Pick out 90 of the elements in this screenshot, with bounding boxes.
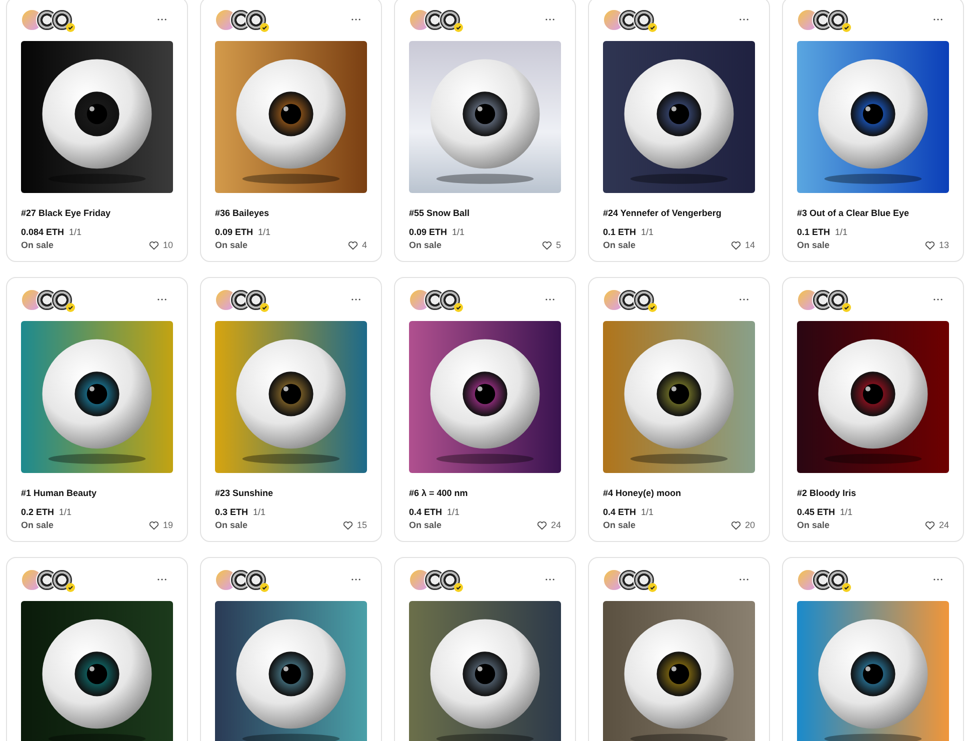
more-options-icon[interactable] xyxy=(739,18,749,21)
more-options-icon[interactable] xyxy=(545,298,555,301)
more-options-icon[interactable] xyxy=(351,298,361,301)
more-options-icon[interactable] xyxy=(933,298,943,301)
more-options-icon[interactable] xyxy=(545,578,555,581)
nft-card[interactable]: #2 Bloody Iris 0.45 ETH 1/1 On sale 24 xyxy=(782,277,964,542)
sale-status: On sale xyxy=(797,240,830,250)
edition-count: 1/1 xyxy=(452,227,465,237)
eyeball-artwork[interactable] xyxy=(603,321,755,473)
nft-title[interactable]: #3 Out of a Clear Blue Eye xyxy=(797,208,949,218)
nft-card[interactable]: #36 Baileyes 0.09 ETH 1/1 On sale 4 xyxy=(200,0,382,262)
price: 0.2 ETH xyxy=(21,507,54,517)
more-options-icon[interactable] xyxy=(739,578,749,581)
edition-count: 1/1 xyxy=(641,507,654,517)
price: 0.4 ETH xyxy=(409,507,442,517)
price: 0.1 ETH xyxy=(797,227,830,237)
like-button[interactable]: 20 xyxy=(730,520,755,530)
more-options-icon[interactable] xyxy=(157,18,167,21)
like-button[interactable]: 10 xyxy=(148,240,173,250)
edition-count: 1/1 xyxy=(641,227,654,237)
sale-status: On sale xyxy=(21,520,54,530)
nft-card[interactable]: #27 Black Eye Friday 0.084 ETH 1/1 On sale 10 xyxy=(6,0,188,262)
eyeball-artwork[interactable] xyxy=(797,41,949,193)
like-button[interactable]: 5 xyxy=(542,240,561,250)
edition-count: 1/1 xyxy=(69,227,82,237)
more-options-icon[interactable] xyxy=(351,18,361,21)
like-button[interactable]: 15 xyxy=(342,520,367,530)
more-options-icon[interactable] xyxy=(157,578,167,581)
more-options-icon[interactable] xyxy=(739,298,749,301)
nft-title[interactable]: #6 λ = 400 nm xyxy=(409,488,561,498)
eyeball-artwork[interactable] xyxy=(409,601,561,741)
like-button[interactable]: 4 xyxy=(348,240,367,250)
nft-card[interactable]: #3 Out of a Clear Blue Eye 0.1 ETH 1/1 On sale 13 xyxy=(782,0,964,262)
nft-title[interactable]: #55 Snow Ball xyxy=(409,208,561,218)
like-button[interactable]: 14 xyxy=(730,240,755,250)
eyeball-artwork[interactable] xyxy=(409,41,561,193)
edition-count: 1/1 xyxy=(447,507,460,517)
nft-card[interactable]: #24 Yennefer of Vengerberg 0.1 ETH 1/1 On sale 14 xyxy=(588,0,770,262)
nft-title[interactable]: #2 Bloody Iris xyxy=(797,488,949,498)
edition-count: 1/1 xyxy=(253,507,266,517)
price: 0.4 ETH xyxy=(603,507,636,517)
eyeball-artwork[interactable] xyxy=(409,321,561,473)
nft-title[interactable]: #23 Sunshine xyxy=(215,488,367,498)
eyeball-artwork[interactable] xyxy=(797,321,949,473)
nft-card[interactable]: #1 Human Beauty 0.2 ETH 1/1 On sale 19 xyxy=(6,277,188,542)
nft-title[interactable]: #4 Honey(e) moon xyxy=(603,488,755,498)
more-options-icon[interactable] xyxy=(545,18,555,21)
nft-card[interactable]: #6 λ = 400 nm 0.4 ETH 1/1 On sale 24 xyxy=(394,277,576,542)
like-button[interactable]: 24 xyxy=(924,520,949,530)
sale-status: On sale xyxy=(21,240,54,250)
nft-title[interactable]: #36 Baileyes xyxy=(215,208,367,218)
more-options-icon[interactable] xyxy=(933,578,943,581)
edition-count: 1/1 xyxy=(835,227,848,237)
sale-status: On sale xyxy=(603,520,636,530)
price: 0.1 ETH xyxy=(603,227,636,237)
sale-status: On sale xyxy=(797,520,830,530)
eyeball-artwork[interactable] xyxy=(21,41,173,193)
sale-status: On sale xyxy=(603,240,636,250)
nft-card[interactable]: #55 Snow Ball 0.09 ETH 1/1 On sale 5 xyxy=(394,0,576,262)
eyeball-artwork[interactable] xyxy=(215,601,367,741)
price: 0.45 ETH xyxy=(797,507,836,517)
price: 0.084 ETH xyxy=(21,227,64,237)
eyeball-artwork[interactable] xyxy=(21,321,173,473)
like-button[interactable]: 24 xyxy=(536,520,561,530)
eyeball-artwork[interactable] xyxy=(603,41,755,193)
sale-status: On sale xyxy=(215,240,248,250)
like-button[interactable]: 13 xyxy=(924,240,949,250)
price: 0.09 ETH xyxy=(215,227,254,237)
like-button[interactable]: 19 xyxy=(148,520,173,530)
eyeball-artwork[interactable] xyxy=(603,601,755,741)
sale-status: On sale xyxy=(409,520,442,530)
more-options-icon[interactable] xyxy=(157,298,167,301)
eyeball-artwork[interactable] xyxy=(21,601,173,741)
eyeball-artwork[interactable] xyxy=(215,321,367,473)
edition-count: 1/1 xyxy=(59,507,72,517)
price: 0.09 ETH xyxy=(409,227,448,237)
more-options-icon[interactable] xyxy=(351,578,361,581)
eyeball-artwork[interactable] xyxy=(797,601,949,741)
edition-count: 1/1 xyxy=(840,507,853,517)
nft-title[interactable]: #1 Human Beauty xyxy=(21,488,173,498)
more-options-icon[interactable] xyxy=(933,18,943,21)
nft-title[interactable]: #27 Black Eye Friday xyxy=(21,208,173,218)
price: 0.3 ETH xyxy=(215,507,248,517)
nft-title[interactable]: #24 Yennefer of Vengerberg xyxy=(603,208,755,218)
eyeball-artwork[interactable] xyxy=(215,41,367,193)
sale-status: On sale xyxy=(409,240,442,250)
sale-status: On sale xyxy=(215,520,248,530)
nft-card[interactable]: #4 Honey(e) moon 0.4 ETH 1/1 On sale 20 xyxy=(588,277,770,542)
edition-count: 1/1 xyxy=(258,227,271,237)
nft-card[interactable]: #23 Sunshine 0.3 ETH 1/1 On sale 15 xyxy=(200,277,382,542)
